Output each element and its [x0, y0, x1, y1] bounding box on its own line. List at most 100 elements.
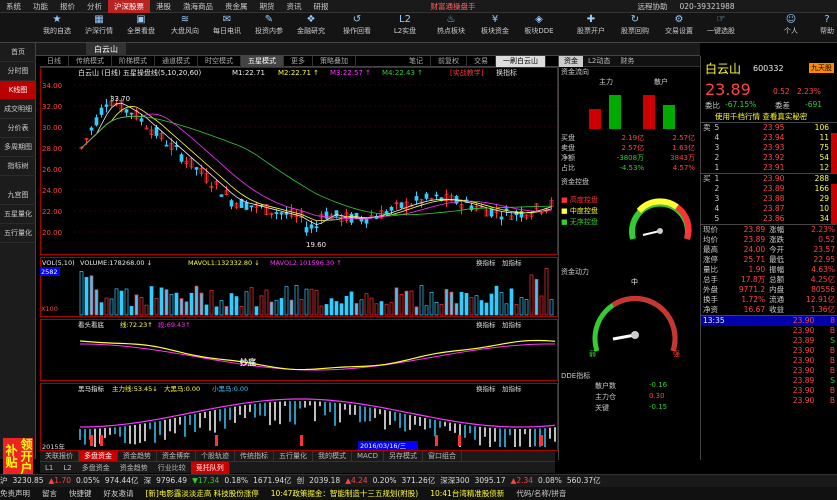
p4-add[interactable]: 加指标 — [502, 384, 522, 393]
news-item[interactable]: 10:47政策掘金：智能制造十三五规划(附股) — [271, 489, 418, 498]
vol-bar — [419, 285, 424, 316]
sidebar-item[interactable]: 九宫图 — [0, 186, 36, 205]
top-right-tab[interactable]: 笔记 — [402, 56, 431, 67]
toolbar-button[interactable]: ≋ 大盘风向 — [164, 14, 206, 42]
news-item[interactable]: 10:41台湾精准股债新 — [430, 489, 504, 498]
bottom-tab[interactable]: 窗口组合 — [423, 451, 462, 461]
bottom-tab-2[interactable]: 多盘资金 — [77, 462, 115, 474]
vol-bar — [299, 299, 304, 316]
vol-bar — [359, 299, 364, 316]
mode-tab[interactable]: 时空模式 — [198, 56, 241, 67]
mode-tab[interactable]: 阶梯模式 — [112, 56, 155, 67]
bottom-tab[interactable]: MACD — [352, 451, 384, 461]
bottom-tab-2[interactable]: L1 — [40, 462, 58, 474]
sidebar-item[interactable]: 分时图 — [0, 62, 36, 81]
mode-tab[interactable]: 更多 — [284, 56, 313, 67]
mode-tab[interactable]: 通道模式 — [155, 56, 198, 67]
toolbar-button[interactable]: ¥ 板块资金 — [474, 14, 516, 42]
menu-item[interactable]: 报价 — [54, 0, 81, 13]
top-right-tab[interactable]: 一刷白云山 — [496, 56, 546, 67]
p3-add[interactable]: 加指标 — [502, 320, 522, 329]
mode-tab[interactable]: 五星模式 — [241, 56, 284, 67]
bottom-tab[interactable]: 资金博弈 — [157, 451, 196, 461]
top-right-tab[interactable]: 前复权 — [431, 56, 467, 67]
mode-tab[interactable]: 日线 — [40, 56, 69, 67]
mid-tab[interactable]: 资金 — [559, 56, 583, 67]
order-mark — [831, 153, 837, 163]
mid-tab[interactable]: L2动态 — [583, 56, 615, 67]
menu-item[interactable]: 期货 — [254, 0, 281, 13]
bottom-tab-2[interactable]: 资金趋势 — [115, 462, 153, 474]
bottom-tab[interactable]: 资金趋势 — [118, 451, 157, 461]
menu-item[interactable]: 分析 — [81, 0, 108, 13]
toolbar-button[interactable]: ◈ 板块DDE — [518, 14, 560, 42]
toolbar-button[interactable]: ⚙ 交易设置 — [658, 14, 700, 42]
news-item[interactable]: 好友邀请 — [104, 489, 134, 498]
vol-switch[interactable]: 换指标 — [476, 258, 496, 267]
promo-link[interactable]: 使用千档行情 查看真实秘密 — [701, 111, 837, 123]
vol-mavol1: MAVOL1:132332.80 ↓ — [188, 259, 260, 267]
sidebar-item[interactable]: K线图 — [0, 81, 36, 100]
toolbar: ★ 我的自选 ▦ 沪深行情 ▣ 全景看盘 ≋ 大盘风向 ✉ 每日电讯 ✎ 投资内参 ❖ 金融研究 ↺ 操作回看… — [0, 13, 837, 43]
bottom-tab[interactable]: 个股轨迹 — [196, 451, 235, 461]
p4-switch[interactable]: 换指标 — [476, 384, 496, 393]
toolbar-button[interactable]: ▦ 沪深行情 — [78, 14, 120, 42]
mid-tab[interactable]: 财务 — [615, 56, 639, 67]
menu-item[interactable]: 系统 — [0, 0, 27, 13]
wei-label: 委比 — [705, 101, 720, 110]
menu-item[interactable]: 港股 — [150, 0, 177, 13]
news-item[interactable]: 留言 — [42, 489, 57, 498]
menu-item[interactable]: 贵金属 — [219, 0, 254, 13]
bottom-tab-2[interactable]: L2 — [58, 462, 76, 474]
bottom-tab[interactable]: 另存模式 — [384, 451, 423, 461]
top-right-tab[interactable]: 交易 — [467, 56, 496, 67]
sidebar-item[interactable]: 指标树 — [0, 157, 36, 176]
switch-indicator[interactable]: 换指标 — [496, 68, 517, 77]
p3-switch[interactable]: 换指标 — [476, 320, 496, 329]
sidebar-item[interactable]: 五星量化 — [0, 205, 36, 224]
news-item[interactable]: 代码/名称/拼音 — [516, 489, 566, 498]
sidebar-item[interactable]: 多周期图 — [0, 138, 36, 157]
menu-item[interactable]: 沪深股票 — [108, 0, 150, 13]
stats-cell: 换手 — [703, 295, 718, 304]
toolbar-button[interactable]: L2 L2实盘 — [384, 14, 426, 42]
stock-badge[interactable]: 九天股 — [809, 63, 834, 73]
toolbar-label: L2实盘 — [393, 26, 417, 35]
menu-item[interactable]: 资讯 — [281, 0, 308, 13]
toolbar-button[interactable]: ✉ 每日电讯 — [206, 14, 248, 42]
menu-item[interactable]: 功能 — [27, 0, 54, 13]
bottom-tab[interactable]: 五行量化 — [274, 451, 313, 461]
toolbar-button[interactable]: ❖ 金融研究 — [290, 14, 332, 42]
toolbar-button[interactable]: ↺ 操作回看 — [336, 14, 378, 42]
menu-item[interactable]: 研报 — [308, 0, 335, 13]
news-item[interactable]: [新]电影露淡淡走高 科技股份涨停 — [146, 489, 259, 498]
bottom-tab[interactable]: 多盘资金 — [79, 451, 118, 461]
news-item[interactable]: 快捷键 — [69, 489, 92, 498]
bottom-tab[interactable]: 我的模式 — [313, 451, 352, 461]
bottom-tab[interactable]: 关联报价 — [40, 451, 79, 461]
strategy-overlay[interactable]: 策略叠加 — [313, 56, 356, 67]
page-tab[interactable]: 白云山 — [86, 43, 126, 56]
vol-add[interactable]: 加指标 — [502, 258, 522, 267]
sidebar-item[interactable]: 成交明细 — [0, 100, 36, 119]
toolbar-button[interactable]: ✚ 股票开户 — [570, 14, 612, 42]
toolbar-button[interactable]: ✎ 投资内参 — [248, 14, 290, 42]
bottom-tab[interactable]: 传统指标 — [235, 451, 274, 461]
bottom-tab-2[interactable]: 行业比较 — [153, 462, 191, 474]
toolbar-button[interactable]: ☞ 一键选股 — [700, 14, 742, 42]
menu-item[interactable]: 渤海商品 — [177, 0, 219, 13]
sidebar-item[interactable]: 五行量化 — [0, 224, 36, 243]
bottom-tab-2[interactable]: 竞托队列 — [190, 462, 229, 474]
toolbar-button[interactable]: ↻ 股票回购 — [614, 14, 656, 42]
toolbar-button[interactable]: ? 帮助 — [806, 14, 837, 42]
sidebar-item[interactable]: 首页 — [0, 43, 36, 62]
ad-banner[interactable]: 领开户补贴 — [3, 438, 33, 474]
toolbar-button[interactable]: ▣ 全景看盘 — [120, 14, 162, 42]
remote-help[interactable]: 远程协助 — [632, 0, 674, 13]
mode-tab[interactable]: 传统模式 — [69, 56, 112, 67]
toolbar-button[interactable]: ♨ 热点板块 — [430, 14, 472, 42]
news-item[interactable]: 免责声明 — [0, 489, 30, 498]
sidebar-item[interactable]: 分价表 — [0, 119, 36, 138]
toolbar-button[interactable]: ★ 我的自选 — [36, 14, 78, 42]
strategy-link[interactable]: [实战教学] — [450, 68, 484, 77]
